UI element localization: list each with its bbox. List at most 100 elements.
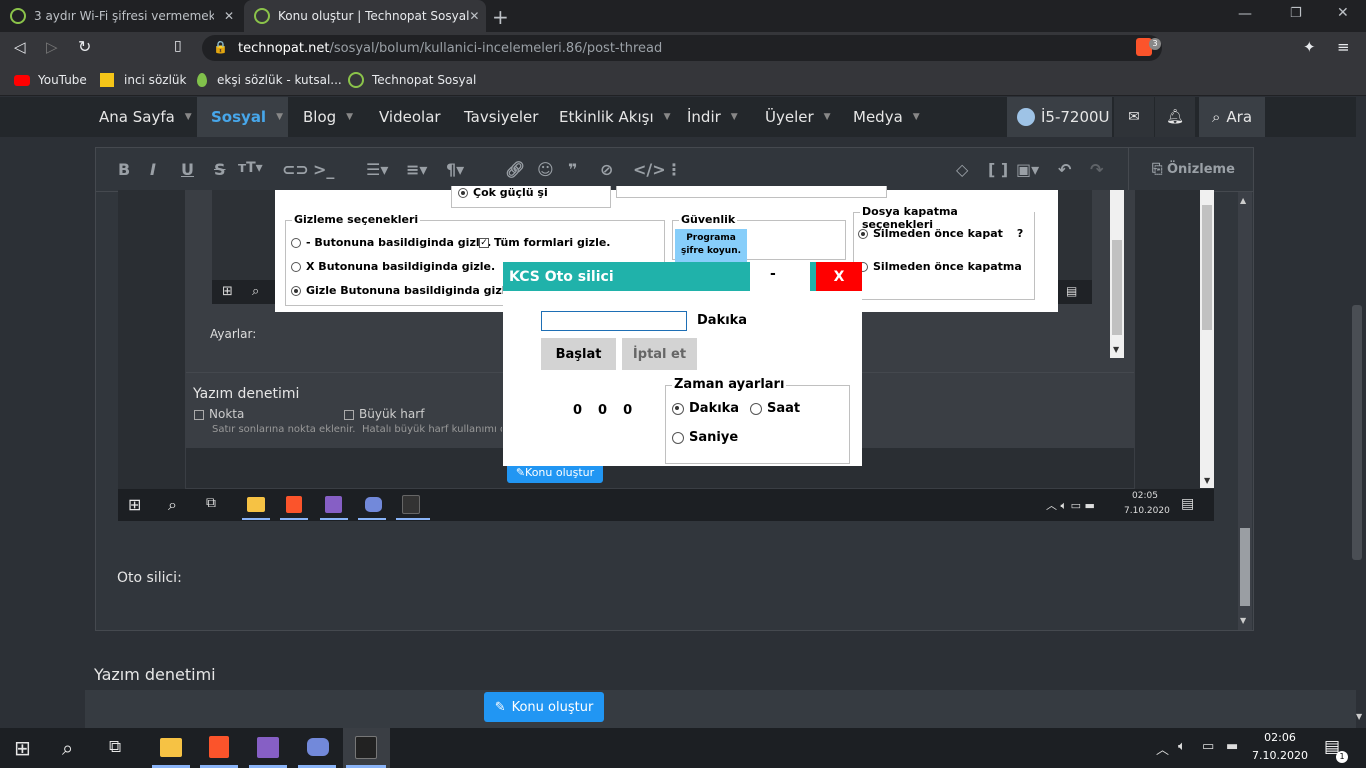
nav-sosyal[interactable]: Sosyal ▼ <box>197 97 288 137</box>
browser-tab-1[interactable]: 3 aydır Wi-Fi şifresi vermemek için ✕ <box>0 0 244 32</box>
kcs-app-icon[interactable] <box>355 736 377 759</box>
align-icon[interactable]: ≡▾ <box>406 160 427 179</box>
active-indicator <box>358 518 386 520</box>
code-block-icon[interactable]: </> <box>633 160 666 179</box>
editor-body-text[interactable]: Oto silici: <box>117 570 182 586</box>
page-scroll-down-icon[interactable]: ▼ <box>1356 712 1362 721</box>
user-menu[interactable]: İ5-7200U <box>1007 97 1112 137</box>
post-thread-button[interactable]: ✎ Konu oluştur <box>484 692 604 722</box>
bookmark-inci[interactable]: inci sözlük <box>100 64 186 96</box>
file-explorer-icon[interactable] <box>160 738 182 757</box>
hidden-icons-chevron[interactable]: ︿ <box>1156 739 1169 758</box>
url-bar[interactable]: technopat.net/sosyal/bolum/kullanici-inc… <box>202 35 1162 61</box>
tab-title: 3 aydır Wi-Fi şifresi vermemek için <box>34 9 214 23</box>
bold-button[interactable]: B <box>118 160 130 179</box>
eraser-icon[interactable]: ◇ <box>956 160 968 179</box>
clock-time[interactable]: 02:06 <box>1255 731 1305 744</box>
forward-icon[interactable]: ▷ <box>46 38 58 56</box>
close-opt1: Silmeden önce kapat? <box>858 227 1023 240</box>
more-options-icon[interactable]: ⋮ <box>666 160 682 179</box>
underline-button[interactable]: U <box>181 160 194 179</box>
scroll-down-icon[interactable]: ▼ <box>1240 616 1246 625</box>
drafts-icon[interactable]: ▣▾ <box>1016 160 1039 179</box>
countdown-display: 0 0 0 <box>573 403 632 418</box>
nav-etkinlik[interactable]: Etkinlik Akışı ▼ <box>559 97 671 137</box>
menu-icon[interactable]: ≡ <box>1337 38 1350 56</box>
text-size-icon[interactable]: тT▾ <box>238 160 263 176</box>
page-scroll-thumb[interactable] <box>1352 305 1362 560</box>
nav-indir[interactable]: İndir ▼ <box>687 97 738 137</box>
bbcode-icon[interactable]: [ ] <box>988 160 1008 179</box>
code-inline-icon[interactable]: >_ <box>313 160 334 179</box>
keyboard-icon[interactable]: ▬ <box>1226 739 1238 754</box>
cancel-button[interactable]: İptal et <box>622 338 697 370</box>
search-icon[interactable]: ⌕ <box>62 736 73 760</box>
quote-icon[interactable]: ❞ <box>568 160 577 179</box>
network-icon[interactable]: ▭ <box>1202 739 1214 754</box>
visual-studio-icon[interactable] <box>257 737 279 758</box>
radio-second[interactable]: Saniye <box>672 430 738 445</box>
volume-icon[interactable]: 🔈︎ <box>1178 739 1186 754</box>
bookmark-label: inci sözlük <box>124 73 187 87</box>
nav-uyeler[interactable]: Üyeler ▼ <box>765 97 831 137</box>
brave-icon[interactable] <box>209 736 229 758</box>
bookmark-eksi[interactable]: ekşi sözlük - kutsal... <box>197 64 342 96</box>
windows-start-icon[interactable]: ⊞ <box>14 736 31 760</box>
search-button[interactable]: ⌕ Ara <box>1199 97 1265 137</box>
reload-icon[interactable]: ↻ <box>78 37 91 56</box>
active-indicator <box>320 518 348 520</box>
nav-tavsiyeler[interactable]: Tavsiyeler <box>464 97 538 137</box>
edit-icon: ✎ <box>494 699 506 715</box>
nav-label: Üyeler <box>765 108 814 126</box>
clock-date[interactable]: 7.10.2020 <box>1252 749 1308 762</box>
discord-icon[interactable] <box>307 738 329 756</box>
redo-icon[interactable]: ↷ <box>1090 160 1103 179</box>
discord-icon <box>365 497 382 512</box>
nav-ana-sayfa[interactable]: Ana Sayfa ▼ <box>99 97 192 137</box>
kcs-close-button[interactable]: X <box>810 262 862 291</box>
radio-minute[interactable]: Dakıka <box>672 401 739 416</box>
browser-tab-2[interactable]: Konu oluştur | Technopat Sosyal ✕ <box>244 0 486 32</box>
strike-button[interactable]: S <box>214 160 226 179</box>
close-window-icon[interactable]: ✕ <box>1337 5 1349 21</box>
bookmark-icon[interactable]: ▯ <box>174 38 182 54</box>
new-tab-button[interactable]: + <box>492 5 509 29</box>
paragraph-icon[interactable]: ¶▾ <box>446 160 464 179</box>
link-icon[interactable]: ⊂⊃ <box>282 160 309 179</box>
italic-button[interactable]: I <box>150 160 156 179</box>
close-tab-icon[interactable]: ✕ <box>224 9 234 23</box>
start-button[interactable]: Başlat <box>541 338 616 370</box>
power-icon <box>348 72 364 88</box>
back-icon[interactable]: ◁ <box>14 38 26 56</box>
restore-window-icon[interactable]: ❐ <box>1290 6 1302 21</box>
inner-spell-opt1-desc: Satır sonlarına nokta eklenir. <box>212 424 356 435</box>
nav-blog[interactable]: Blog ▼ <box>303 97 353 137</box>
task-view-icon[interactable]: ⧉ <box>109 737 121 757</box>
counter-hours: 0 <box>573 403 583 418</box>
duration-input[interactable] <box>541 311 687 331</box>
scroll-up-icon[interactable]: ▲ <box>1240 196 1246 205</box>
nav-medya[interactable]: Medya ▼ <box>853 97 920 137</box>
extensions-icon[interactable]: ✦ <box>1303 38 1316 56</box>
bookmark-technopat[interactable]: Technopat Sosyal <box>348 64 476 96</box>
kcs-minimize-button[interactable]: - <box>770 266 776 282</box>
list-icon[interactable]: ☰▾ <box>366 160 388 179</box>
inner-spell-opt1: Nokta <box>194 407 244 421</box>
spoiler-icon[interactable]: ⊘ <box>600 160 613 179</box>
radio-hour[interactable]: Saat <box>750 401 800 416</box>
minimize-window-icon[interactable]: — <box>1238 6 1252 22</box>
undo-icon[interactable]: ↶ <box>1058 160 1071 179</box>
insert-link-icon[interactable]: 🔗︎ <box>505 160 525 179</box>
bell-icon[interactable]: 🔔︎ <box>1155 97 1195 137</box>
bookmark-youtube[interactable]: YouTube <box>14 64 87 96</box>
close-tab-icon[interactable]: ✕ <box>469 9 479 23</box>
preview-label: Önizleme <box>1166 162 1235 177</box>
file-explorer-icon <box>247 497 265 512</box>
inbox-icon[interactable]: ✉ <box>1114 97 1154 137</box>
editor-scroll-thumb[interactable] <box>1240 528 1250 606</box>
counter-minutes: 0 <box>598 403 608 418</box>
inner-spell-opt2-desc: Hatalı büyük harf kullanımı düz <box>362 424 502 435</box>
nav-videolar[interactable]: Videolar <box>379 97 441 137</box>
preview-button[interactable]: ⎘ Önizleme <box>1152 162 1235 177</box>
emoji-icon[interactable]: ☺ <box>537 160 554 179</box>
